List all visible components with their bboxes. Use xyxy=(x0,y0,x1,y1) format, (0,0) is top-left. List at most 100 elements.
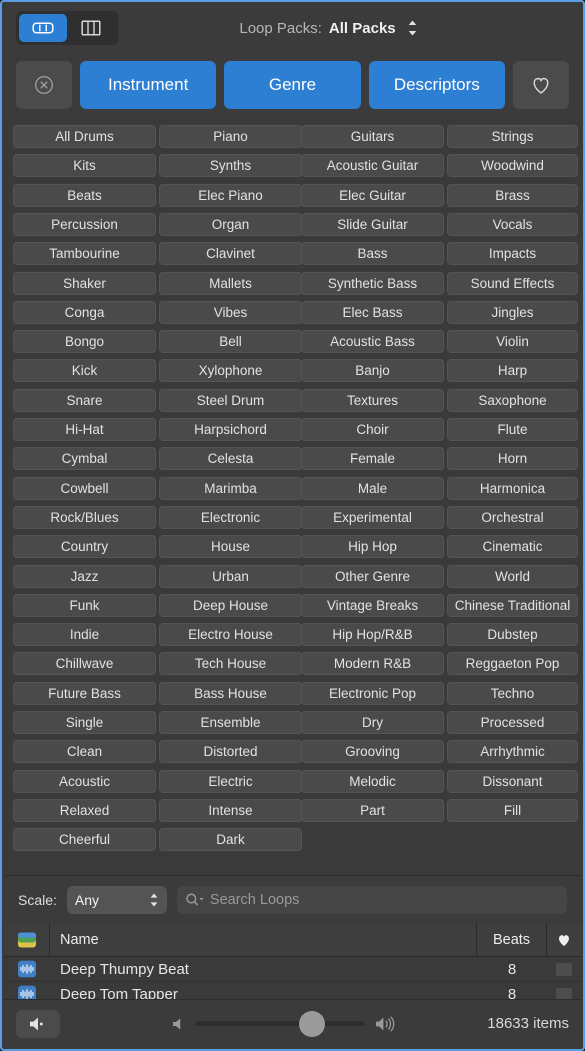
volume-slider[interactable] xyxy=(194,1010,365,1037)
keyword-button[interactable]: Future Bass xyxy=(13,681,156,705)
view-mode-toggle-group[interactable] xyxy=(16,11,118,45)
keyword-button[interactable]: Kick xyxy=(13,359,156,383)
keyword-button[interactable]: Chinese Traditional xyxy=(447,593,578,617)
keyword-button[interactable]: Piano xyxy=(159,125,302,148)
keyword-button[interactable]: Woodwind xyxy=(447,154,578,178)
volume-control[interactable] xyxy=(90,1010,477,1037)
keyword-button[interactable]: Cheerful xyxy=(13,828,156,852)
keyword-button[interactable]: Modern R&B xyxy=(301,652,444,676)
keyword-button[interactable]: Jazz xyxy=(13,564,156,588)
keyword-button[interactable]: Bass House xyxy=(159,681,302,705)
keyword-button[interactable]: Electronic Pop xyxy=(301,681,444,705)
keyword-button[interactable]: House xyxy=(159,535,302,559)
keyword-button[interactable]: Textures xyxy=(301,388,444,412)
mute-button[interactable] xyxy=(16,1009,60,1038)
keyword-button[interactable]: Single xyxy=(13,711,156,734)
keyword-button[interactable]: Clean xyxy=(13,740,156,764)
search-loops-field[interactable]: Search Loops xyxy=(176,885,567,914)
keyword-button[interactable]: Banjo xyxy=(301,359,444,383)
keyword-button[interactable]: Celesta xyxy=(159,447,302,471)
chevron-updown-icon[interactable] xyxy=(407,19,418,37)
keyword-button[interactable]: Harpsichord xyxy=(159,418,302,441)
keyword-button[interactable]: Rock/Blues xyxy=(13,505,156,529)
row-favorite-toggle[interactable] xyxy=(547,957,581,981)
keyword-button[interactable]: Guitars xyxy=(301,125,444,148)
keyword-button[interactable]: Impacts xyxy=(447,242,578,266)
keyword-button[interactable]: Elec Guitar xyxy=(301,183,444,207)
keyword-button[interactable]: Chillwave xyxy=(13,652,156,676)
keyword-button[interactable]: Tambourine xyxy=(13,242,156,266)
keyword-button[interactable]: Horn xyxy=(447,447,578,471)
table-row[interactable]: Deep Thumpy Beat 8 xyxy=(4,957,581,982)
keyword-button[interactable]: Arrhythmic xyxy=(447,740,578,764)
keyword-button[interactable]: World xyxy=(447,564,578,588)
favorite-checkbox[interactable] xyxy=(556,962,572,976)
keyword-button[interactable]: Harmonica xyxy=(447,476,578,500)
tab-genre[interactable]: Genre xyxy=(224,61,361,109)
keyword-button[interactable]: Experimental xyxy=(301,505,444,529)
keyword-button[interactable]: Bass xyxy=(301,242,444,266)
keyword-button[interactable]: Xylophone xyxy=(159,359,302,383)
keyword-button[interactable]: Cowbell xyxy=(13,476,156,500)
column-header-name[interactable]: Name xyxy=(50,923,477,956)
keyword-button[interactable]: Bongo xyxy=(13,330,156,354)
keyword-button[interactable]: Vocals xyxy=(447,212,578,236)
keyword-button[interactable]: Acoustic xyxy=(13,769,156,793)
keyword-button[interactable]: Deep House xyxy=(159,593,302,617)
keyword-button[interactable]: Tech House xyxy=(159,652,302,676)
keyword-button[interactable]: Fill xyxy=(447,798,578,822)
keyword-button[interactable]: Cymbal xyxy=(13,447,156,471)
tab-descriptors[interactable]: Descriptors xyxy=(368,61,505,109)
keyword-button[interactable]: Female xyxy=(301,447,444,471)
keyword-button[interactable]: Funk xyxy=(13,593,156,617)
keyword-button[interactable]: Shaker xyxy=(13,271,156,295)
keyword-button[interactable]: Clavinet xyxy=(159,242,302,266)
keyword-button[interactable]: Kits xyxy=(13,154,156,178)
keyword-button[interactable]: Dark xyxy=(159,828,302,852)
keyword-button[interactable]: Other Genre xyxy=(301,564,444,588)
loop-packs-selector[interactable]: Loop Packs: All Packs xyxy=(118,19,539,37)
keyword-button[interactable]: Conga xyxy=(13,300,156,324)
keyword-button[interactable]: Jingles xyxy=(447,300,578,324)
keyword-button[interactable]: Techno xyxy=(447,681,578,705)
favorites-filter-button[interactable] xyxy=(512,61,569,109)
keyword-button[interactable]: Hip Hop/R&B xyxy=(301,623,444,647)
keyword-button[interactable]: Ensemble xyxy=(159,711,302,734)
keyword-button[interactable]: Vibes xyxy=(159,300,302,324)
keyword-button[interactable]: Hi-Hat xyxy=(13,418,156,441)
keyword-button[interactable]: Electronic xyxy=(159,505,302,529)
column-header-type[interactable] xyxy=(4,923,50,956)
keyword-button[interactable]: All Drums xyxy=(13,125,156,148)
keyword-button[interactable]: Elec Piano xyxy=(159,183,302,207)
keyword-button[interactable]: Hip Hop xyxy=(301,535,444,559)
keyword-button[interactable]: Strings xyxy=(447,125,578,148)
keyword-button[interactable]: Choir xyxy=(301,418,444,441)
keyword-button[interactable]: Dry xyxy=(301,711,444,734)
volume-slider-knob[interactable] xyxy=(298,1010,325,1037)
keyword-button[interactable]: Bell xyxy=(159,330,302,354)
keyword-button[interactable]: Reggaeton Pop xyxy=(447,652,578,676)
keyword-button[interactable]: Part xyxy=(301,798,444,822)
keyword-button[interactable]: Steel Drum xyxy=(159,388,302,412)
keyword-button[interactable]: Marimba xyxy=(159,476,302,500)
tab-instrument[interactable]: Instrument xyxy=(80,61,217,109)
keyword-button[interactable]: Synths xyxy=(159,154,302,178)
keyword-button[interactable]: Distorted xyxy=(159,740,302,764)
column-header-favorite[interactable] xyxy=(547,923,581,956)
keyword-button[interactable]: Mallets xyxy=(159,271,302,295)
keyword-button[interactable]: Processed xyxy=(447,711,578,734)
keyword-button[interactable]: Indie xyxy=(13,623,156,647)
keyword-button[interactable]: Male xyxy=(301,476,444,500)
keyword-button[interactable]: Sound Effects xyxy=(447,271,578,295)
keyword-button[interactable]: Saxophone xyxy=(447,388,578,412)
keyword-button[interactable]: Beats xyxy=(13,183,156,207)
keyword-button[interactable]: Cinematic xyxy=(447,535,578,559)
keyword-button[interactable]: Orchestral xyxy=(447,505,578,529)
keyword-button[interactable]: Electric xyxy=(159,769,302,793)
keyword-button[interactable]: Snare xyxy=(13,388,156,412)
clear-filters-button[interactable] xyxy=(16,61,72,109)
keyword-button[interactable]: Acoustic Bass xyxy=(301,330,444,354)
keyword-button[interactable]: Country xyxy=(13,535,156,559)
keyword-button[interactable]: Organ xyxy=(159,212,302,236)
keyword-button[interactable]: Relaxed xyxy=(13,798,156,822)
